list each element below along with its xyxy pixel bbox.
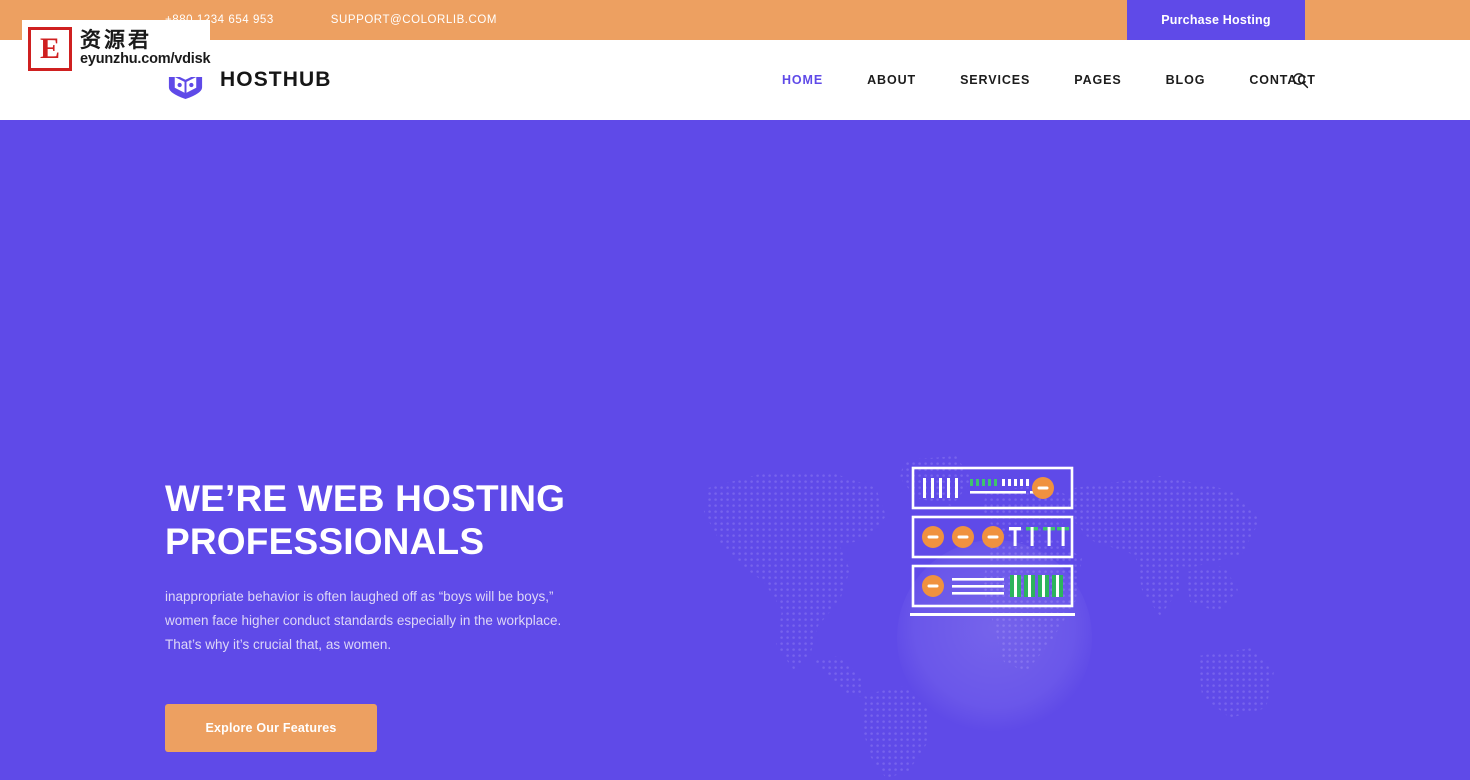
main-navigation: HOME ABOUT SERVICES PAGES BLOG CONTACT bbox=[760, 40, 1338, 120]
nav-item-services[interactable]: SERVICES bbox=[938, 73, 1052, 87]
search-icon bbox=[1292, 72, 1308, 88]
watermark-chinese-text: 资源君 bbox=[80, 28, 152, 53]
hero-title: WE’RE WEB HOSTING PROFESSIONALS bbox=[165, 478, 566, 562]
hero-content-wrapper: WE’RE WEB HOSTING PROFESSIONALS inapprop… bbox=[165, 120, 1305, 780]
server-unit-bottom bbox=[911, 564, 1074, 608]
hero-copy: WE’RE WEB HOSTING PROFESSIONALS inapprop… bbox=[165, 477, 585, 752]
site-header: HOSTHUB HOME ABOUT SERVICES PAGES BLOG C… bbox=[0, 40, 1470, 120]
watermark-badge-letter: E bbox=[39, 31, 60, 65]
nav-item-about[interactable]: ABOUT bbox=[845, 73, 938, 87]
purchase-hosting-button[interactable]: Purchase Hosting bbox=[1127, 0, 1305, 40]
nav-item-pages[interactable]: PAGES bbox=[1052, 73, 1143, 87]
server-unit-top bbox=[911, 466, 1074, 510]
watermark-text: 资源君 eyunzhu.com/vdisk bbox=[80, 28, 211, 68]
watermark-badge-icon: E bbox=[28, 26, 72, 71]
server-base-line bbox=[910, 613, 1075, 616]
nav-item-home[interactable]: HOME bbox=[760, 73, 845, 87]
hero-section: WE’RE WEB HOSTING PROFESSIONALS inapprop… bbox=[0, 120, 1470, 780]
nav-item-blog[interactable]: BLOG bbox=[1144, 73, 1228, 87]
nav-item-contact[interactable]: CONTACT bbox=[1227, 73, 1337, 87]
server-unit-middle bbox=[911, 515, 1074, 559]
email-link[interactable]: SUPPORT@COLORLIB.COM bbox=[331, 14, 497, 26]
server-rack-illustration bbox=[910, 466, 1075, 616]
watermark-url: eyunzhu.com/vdisk bbox=[80, 50, 211, 67]
search-button[interactable] bbox=[1288, 68, 1312, 92]
brand-name: HOSTHUB bbox=[220, 68, 332, 91]
watermark-overlay: E 资源君 eyunzhu.com/vdisk bbox=[22, 20, 211, 77]
explore-features-button[interactable]: Explore Our Features bbox=[165, 704, 377, 752]
top-bar: +880 1234 654 953 SUPPORT@COLORLIB.COM P… bbox=[0, 0, 1470, 40]
hero-paragraph: inappropriate behavior is often laughed … bbox=[165, 589, 562, 652]
